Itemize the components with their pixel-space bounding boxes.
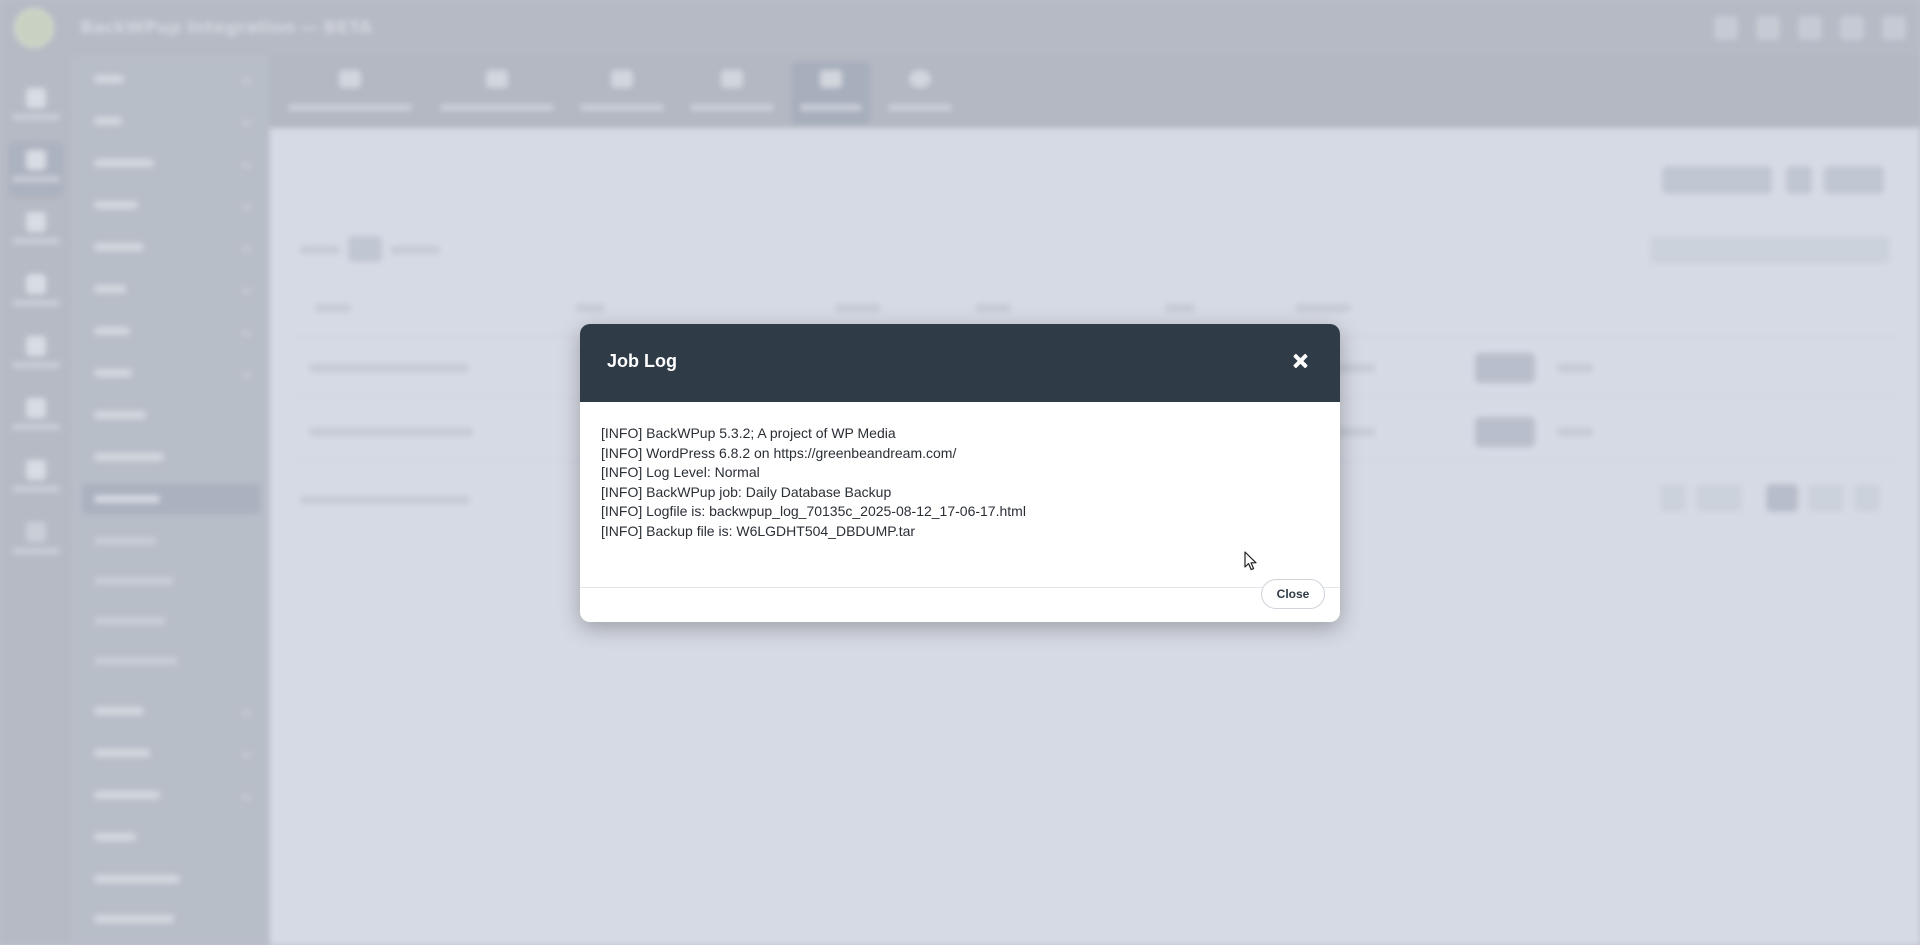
mouse-pointer-icon <box>1244 551 1257 571</box>
log-output: [INFO] BackWPup 5.3.2; A project of WP M… <box>601 424 1026 542</box>
close-button[interactable]: Close <box>1261 579 1325 609</box>
log-line: [INFO] Backup file is: W6LGDHT504_DBDUMP… <box>601 522 916 539</box>
log-line: [INFO] BackWPup 5.3.2; A project of WP M… <box>601 425 896 441</box>
log-line: [INFO] WordPress 6.8.2 on https://greenb… <box>601 444 957 461</box>
dialog-header: Job Log <box>580 324 1340 402</box>
log-line: [INFO] Log Level: Normal <box>601 464 760 481</box>
log-line: [INFO] Logfile is: backwpup_log_70135c_2… <box>601 503 1026 520</box>
job-log-dialog: Job Log [INFO] BackWPup 5.3.2; A project… <box>580 324 1340 622</box>
dialog-title: Job Log <box>607 351 677 371</box>
close-icon[interactable] <box>1288 348 1314 374</box>
dialog-body: [INFO] BackWPup 5.3.2; A project of WP M… <box>580 402 1340 588</box>
log-line: [INFO] BackWPup job: Daily Database Back… <box>601 483 892 500</box>
